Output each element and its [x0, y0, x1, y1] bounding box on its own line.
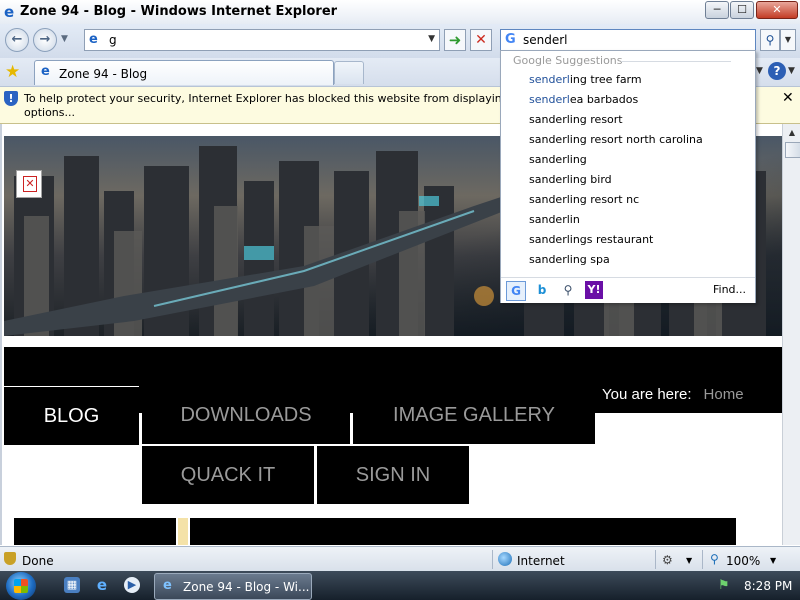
minimize-button[interactable]: ─	[705, 1, 729, 19]
breadcrumb-home-link[interactable]: Home	[704, 386, 744, 403]
protected-mode-icon[interactable]: ⚙	[662, 553, 673, 567]
search-provider-bar: G b ⚲ Y! Find...	[501, 277, 755, 303]
breadcrumb: You are here: Home	[602, 386, 744, 403]
suggestion-item[interactable]: sanderling resort north carolina	[529, 133, 703, 146]
chevron-down-icon[interactable]: ▼	[686, 556, 692, 565]
suggestions-header-divider	[621, 61, 731, 62]
internet-zone-globe-icon	[498, 552, 512, 566]
breadcrumb-label: You are here:	[602, 386, 692, 403]
window-title: Zone 94 - Blog - Windows Internet Explor…	[20, 4, 338, 19]
broken-image-icon: ✕	[16, 170, 42, 198]
scroll-up-icon[interactable]: ▲	[785, 126, 799, 140]
suggestion-item[interactable]: senderlea barbados	[529, 93, 638, 106]
new-tab-button[interactable]	[334, 61, 364, 84]
content-block-right	[190, 518, 736, 545]
page-icon: e	[89, 32, 98, 47]
zoom-level[interactable]: 100%	[726, 554, 760, 568]
ie-logo-icon: e	[163, 578, 172, 593]
show-desktop-icon[interactable]: ▦	[64, 577, 80, 593]
address-input[interactable]: g	[109, 33, 117, 47]
suggestion-item[interactable]: sanderling resort nc	[529, 193, 639, 206]
status-divider	[655, 550, 656, 569]
close-infobar-icon[interactable]: ✕	[782, 90, 794, 106]
google-icon: G	[505, 32, 516, 47]
forward-button[interactable]: →	[33, 28, 57, 52]
yahoo-icon[interactable]: Y!	[585, 281, 603, 299]
suggestion-item[interactable]: sanderling	[529, 153, 587, 166]
close-window-button[interactable]: ✕	[756, 1, 798, 19]
suggestion-item[interactable]: sanderling resort	[529, 113, 623, 126]
tab-zone94-blog[interactable]: e Zone 94 - Blog	[34, 60, 334, 85]
zoom-icon[interactable]: ⚲	[710, 552, 719, 566]
start-button[interactable]	[6, 572, 36, 600]
taskbar-button-ie[interactable]: e Zone 94 - Blog - Wi...	[154, 573, 312, 600]
recent-pages-dropdown-icon[interactable]: ▼	[61, 34, 68, 44]
search-options-dropdown-icon[interactable]: ▼	[780, 29, 796, 51]
menu-item-image-gallery[interactable]: IMAGE GALLERY	[353, 386, 595, 444]
status-shield-icon	[4, 552, 16, 565]
google-icon[interactable]: G	[506, 281, 526, 301]
menu-item-sign-in[interactable]: SIGN IN	[317, 446, 469, 504]
back-button[interactable]: ←	[5, 28, 29, 52]
zoom-dropdown-icon[interactable]: ▼	[770, 556, 776, 565]
ie-logo-icon: e	[4, 3, 15, 21]
search-box[interactable]: G senderl	[500, 29, 756, 51]
information-bar-line2: options...	[24, 106, 76, 119]
stop-button[interactable]: ✕	[470, 29, 492, 51]
address-dropdown-icon[interactable]: ▼	[428, 34, 435, 44]
status-divider	[492, 550, 493, 569]
menu-item-downloads[interactable]: DOWNLOADS	[142, 386, 350, 444]
help-dropdown-icon[interactable]: ▼	[788, 66, 795, 76]
bing-icon[interactable]: b	[533, 281, 551, 299]
address-bar[interactable]: e g ▼	[84, 29, 440, 51]
go-button[interactable]: ➜	[444, 29, 466, 51]
tools-dropdown-icon[interactable]: ▼	[756, 66, 763, 76]
search-input[interactable]: senderl	[523, 33, 568, 47]
security-shield-icon: !	[4, 91, 18, 106]
content-accent-strip	[178, 518, 188, 545]
menu-item-quack-it[interactable]: QUACK IT	[142, 446, 314, 504]
status-divider	[702, 550, 703, 569]
information-bar-line1: To help protect your security, Internet …	[24, 92, 537, 105]
search-suggestions-dropdown: Google Suggestions senderling tree farm …	[500, 50, 756, 303]
find-button[interactable]: Find...	[713, 283, 746, 296]
system-clock[interactable]: 8:28 PM	[744, 579, 792, 593]
maximize-button[interactable]: ☐	[730, 1, 754, 19]
suggestion-item[interactable]: sanderlin	[529, 213, 580, 226]
network-tray-icon[interactable]: ⚑	[718, 578, 732, 593]
scrollbar-thumb[interactable]	[785, 142, 800, 158]
taskbar-button-label: Zone 94 - Blog - Wi...	[183, 580, 310, 594]
page-icon: e	[41, 64, 50, 79]
media-player-icon[interactable]: ▶	[124, 577, 140, 593]
security-zone-label: Internet	[517, 554, 565, 568]
suggestion-item[interactable]: sanderlings restaurant	[529, 233, 653, 246]
help-icon[interactable]: ?	[768, 62, 786, 80]
suggestion-item[interactable]: sanderling bird	[529, 173, 612, 186]
suggestion-item[interactable]: sanderling spa	[529, 253, 610, 266]
windows-logo-icon	[14, 579, 28, 593]
tab-label: Zone 94 - Blog	[59, 67, 148, 81]
suggestions-header: Google Suggestions	[513, 54, 623, 67]
suggestion-item[interactable]: senderling tree farm	[529, 73, 642, 86]
search-provider-icon[interactable]: ⚲	[559, 281, 577, 299]
favorites-star-icon[interactable]: ★	[5, 62, 20, 82]
ie-quick-launch-icon[interactable]: e	[94, 577, 110, 593]
status-bar: Done Internet ⚙ ▼ ⚲ 100% ▼	[0, 546, 800, 572]
vertical-scrollbar[interactable]: ▲	[782, 124, 800, 545]
menu-item-blog[interactable]: BLOG	[4, 386, 139, 445]
title-bar: e Zone 94 - Blog - Windows Internet Expl…	[0, 0, 800, 25]
search-button[interactable]: ⚲	[760, 29, 780, 51]
content-block-left	[14, 518, 176, 545]
status-text: Done	[22, 554, 54, 568]
windows-taskbar: ▦ e ▶ e Zone 94 - Blog - Wi... ⚑ 8:28 PM	[0, 571, 800, 600]
